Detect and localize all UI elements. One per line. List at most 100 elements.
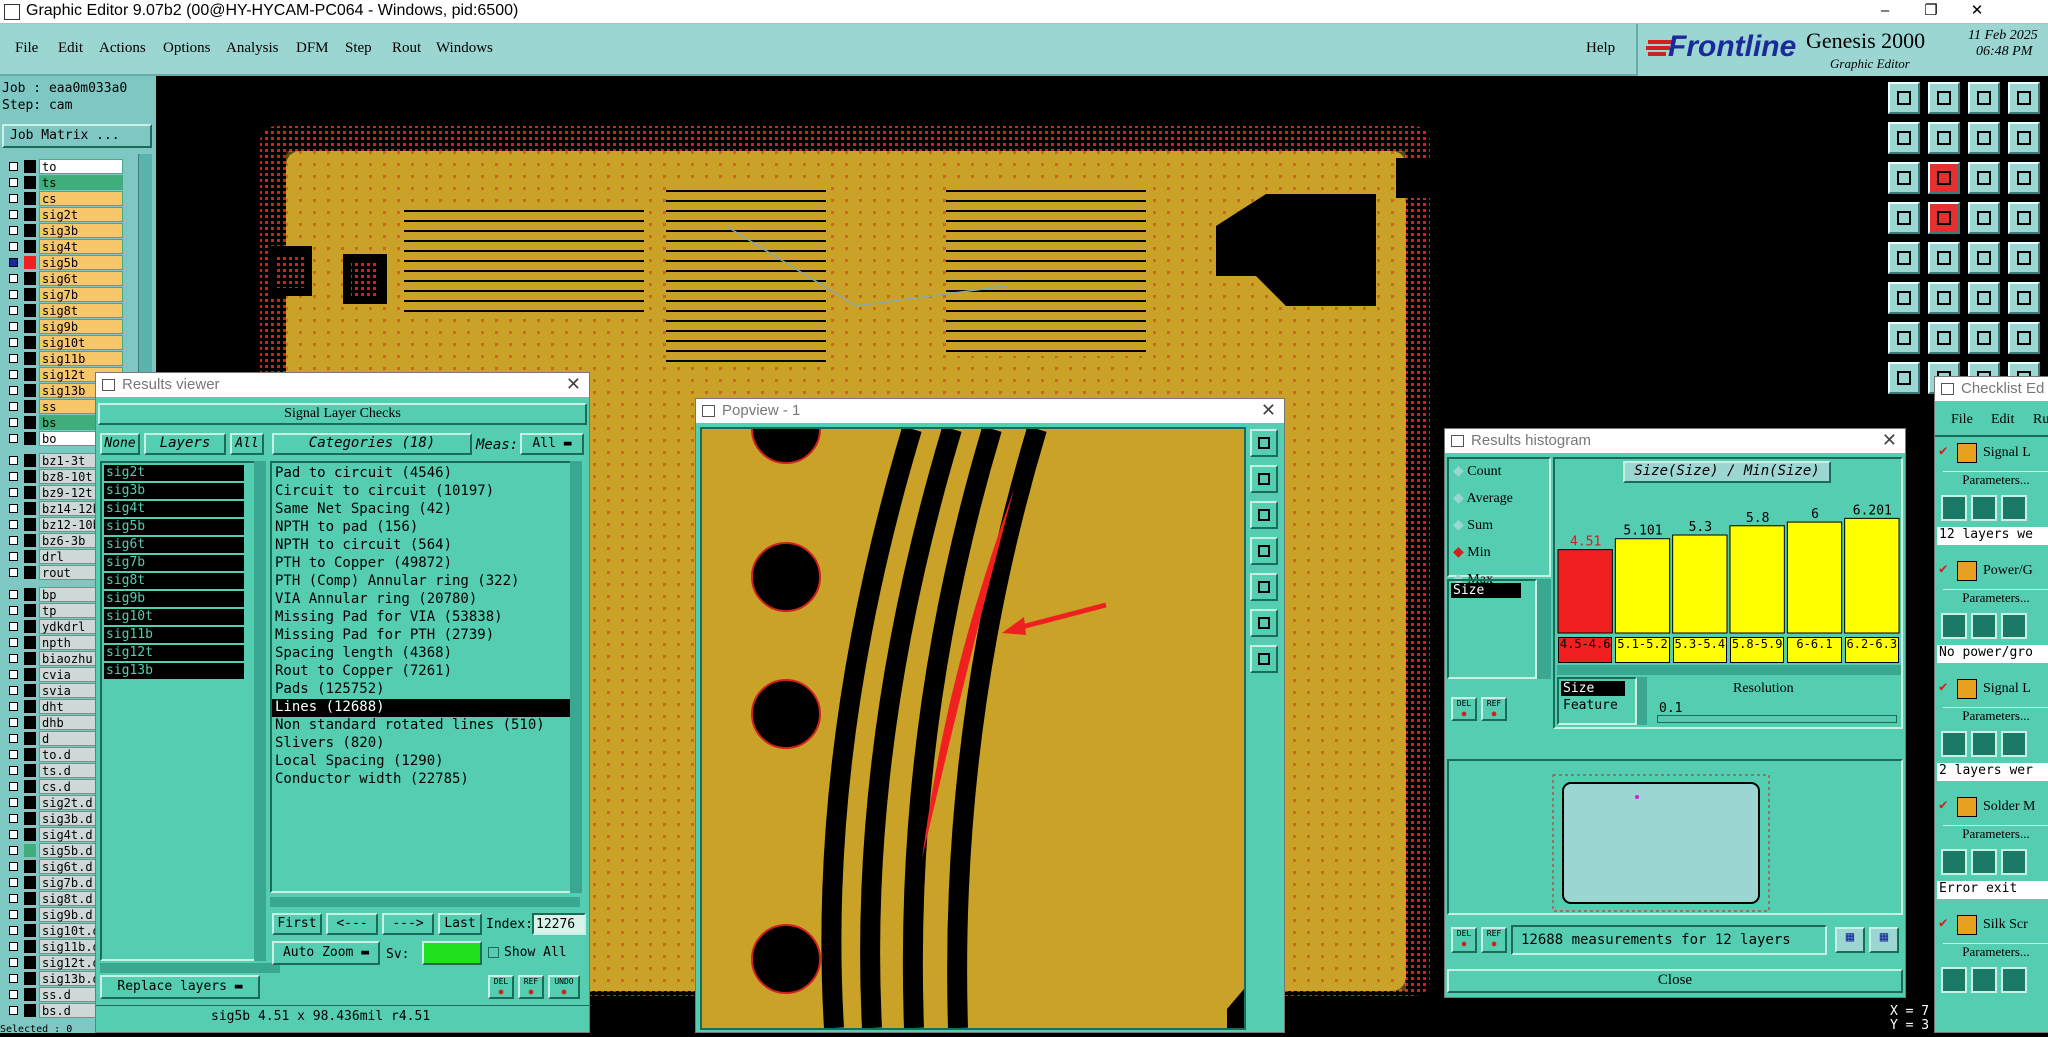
- layer-toggle-box[interactable]: [9, 766, 18, 775]
- axis-list-scrollbar[interactable]: [1637, 677, 1647, 725]
- next-button[interactable]: --->: [382, 913, 434, 935]
- popview-tool-icon[interactable]: [1250, 429, 1278, 457]
- tool-icon[interactable]: [2008, 162, 2040, 194]
- run-icon[interactable]: [2001, 967, 2027, 993]
- parameters-button[interactable]: Parameters...: [1943, 943, 2048, 963]
- tool-icon[interactable]: [1888, 322, 1920, 354]
- table-icon-button[interactable]: ▦: [1869, 927, 1899, 953]
- layer-toggle-box[interactable]: [9, 226, 18, 235]
- layer-swatch[interactable]: [24, 860, 36, 873]
- layer-toggle-box[interactable]: [9, 606, 18, 615]
- parameters-button[interactable]: Parameters...: [1943, 707, 2048, 727]
- tool-icon[interactable]: [1928, 202, 1960, 234]
- layer-toggle-box[interactable]: [9, 258, 18, 267]
- layer-results-hscroll[interactable]: [100, 963, 280, 973]
- category-item[interactable]: Spacing length (4368): [272, 645, 576, 663]
- layer-swatch[interactable]: [24, 256, 36, 269]
- layer-toggle-box[interactable]: [9, 894, 18, 903]
- radio-diamond-icon[interactable]: ◆: [1453, 491, 1467, 506]
- run-icon[interactable]: [1941, 731, 1967, 757]
- run-icon[interactable]: [1941, 849, 1967, 875]
- layer-swatch[interactable]: [24, 1004, 36, 1017]
- layer-row[interactable]: cs: [0, 191, 124, 206]
- layer-swatch[interactable]: [24, 208, 36, 221]
- tool-icon[interactable]: [1968, 82, 2000, 114]
- menu-dfm[interactable]: DFM: [296, 40, 329, 57]
- layer-toggle-box[interactable]: [9, 386, 18, 395]
- category-item[interactable]: Circuit to circuit (10197): [272, 483, 576, 501]
- layer-swatch[interactable]: [24, 844, 36, 857]
- category-item[interactable]: Non standard rotated lines (510): [272, 717, 576, 735]
- parameters-button[interactable]: Parameters...: [1943, 825, 2048, 845]
- layer-row[interactable]: to: [0, 159, 124, 174]
- layer-toggle-box[interactable]: [9, 814, 18, 823]
- tool-icon[interactable]: [1888, 202, 1920, 234]
- run-icon[interactable]: [1971, 967, 1997, 993]
- category-list-scrollbar[interactable]: [570, 461, 582, 893]
- layer-toggle-box[interactable]: [9, 702, 18, 711]
- result-layer-item[interactable]: sig12t: [104, 645, 244, 661]
- category-item[interactable]: Pads (125752): [272, 681, 576, 699]
- category-item[interactable]: PTH (Comp) Annular ring (322): [272, 573, 576, 591]
- layer-swatch[interactable]: [24, 566, 36, 579]
- menu-edit[interactable]: Edit: [58, 40, 83, 57]
- layer-swatch[interactable]: [24, 368, 36, 381]
- layer-swatch[interactable]: [24, 684, 36, 697]
- layer-swatch[interactable]: [24, 550, 36, 563]
- tool-icon[interactable]: [1968, 322, 2000, 354]
- layer-swatch[interactable]: [24, 668, 36, 681]
- layer-swatch[interactable]: [24, 304, 36, 317]
- parameters-button[interactable]: Parameters...: [1943, 589, 2048, 609]
- axis-size-item[interactable]: Size: [1561, 681, 1625, 696]
- checklist-menu-edit[interactable]: Edit: [1991, 412, 2014, 428]
- menu-file[interactable]: File: [15, 40, 38, 57]
- layer-swatch[interactable]: [24, 956, 36, 969]
- layer-toggle-box[interactable]: [9, 910, 18, 919]
- result-layer-item[interactable]: sig13b: [104, 663, 244, 679]
- tool-icon[interactable]: [1928, 242, 1960, 274]
- tool-icon[interactable]: [2008, 322, 2040, 354]
- run-icon[interactable]: [2001, 613, 2027, 639]
- layer-row[interactable]: sig11b: [0, 351, 124, 366]
- layer-swatch[interactable]: [24, 486, 36, 499]
- all-button[interactable]: All: [230, 433, 264, 455]
- layer-row[interactable]: sig10t: [0, 335, 124, 350]
- aggregate-option[interactable]: ◆ Count: [1453, 463, 1502, 480]
- tool-icon[interactable]: [1968, 122, 2000, 154]
- layer-swatch[interactable]: [24, 940, 36, 953]
- result-layer-item[interactable]: sig7b: [104, 555, 244, 571]
- category-hscroll[interactable]: [270, 897, 580, 907]
- axis-feature-item[interactable]: Feature: [1561, 698, 1625, 713]
- layer-toggle-box[interactable]: [9, 654, 18, 663]
- refresh-icon-button[interactable]: REF ●: [518, 975, 544, 999]
- replace-layers-dropdown[interactable]: Replace layers ▬: [100, 975, 260, 999]
- popview-tool-icon[interactable]: [1250, 501, 1278, 529]
- job-matrix-button[interactable]: Job Matrix ...: [2, 124, 152, 148]
- histogram-bar[interactable]: [1557, 549, 1613, 634]
- radio-diamond-icon[interactable]: ◆: [1453, 464, 1467, 479]
- menu-rout[interactable]: Rout: [392, 40, 421, 57]
- meas-dropdown[interactable]: All ▬: [520, 433, 584, 455]
- histogram-bar[interactable]: [1614, 538, 1671, 634]
- layer-toggle-box[interactable]: [9, 354, 18, 363]
- layer-toggle-box[interactable]: [9, 370, 18, 379]
- category-item[interactable]: Local Spacing (1290): [272, 753, 576, 771]
- category-item[interactable]: Missing Pad for PTH (2739): [272, 627, 576, 645]
- category-item[interactable]: Conductor width (22785): [272, 771, 576, 789]
- layer-toggle-box[interactable]: [9, 456, 18, 465]
- layer-toggle-box[interactable]: [9, 536, 18, 545]
- layer-toggle-box[interactable]: [9, 306, 18, 315]
- radio-diamond-icon[interactable]: ◆: [1453, 545, 1467, 560]
- tool-icon[interactable]: [2008, 242, 2040, 274]
- layer-toggle-box[interactable]: [9, 568, 18, 577]
- layer-swatch[interactable]: [24, 588, 36, 601]
- category-item[interactable]: Pad to circuit (4546): [272, 465, 576, 483]
- category-item[interactable]: Missing Pad for VIA (53838): [272, 609, 576, 627]
- run-icon[interactable]: [2001, 495, 2027, 521]
- tool-icon[interactable]: [1928, 162, 1960, 194]
- menu-options[interactable]: Options: [163, 40, 211, 57]
- layer-toggle-box[interactable]: [9, 322, 18, 331]
- tool-icon[interactable]: [2008, 282, 2040, 314]
- tool-icon[interactable]: [1928, 82, 1960, 114]
- layer-swatch[interactable]: [24, 748, 36, 761]
